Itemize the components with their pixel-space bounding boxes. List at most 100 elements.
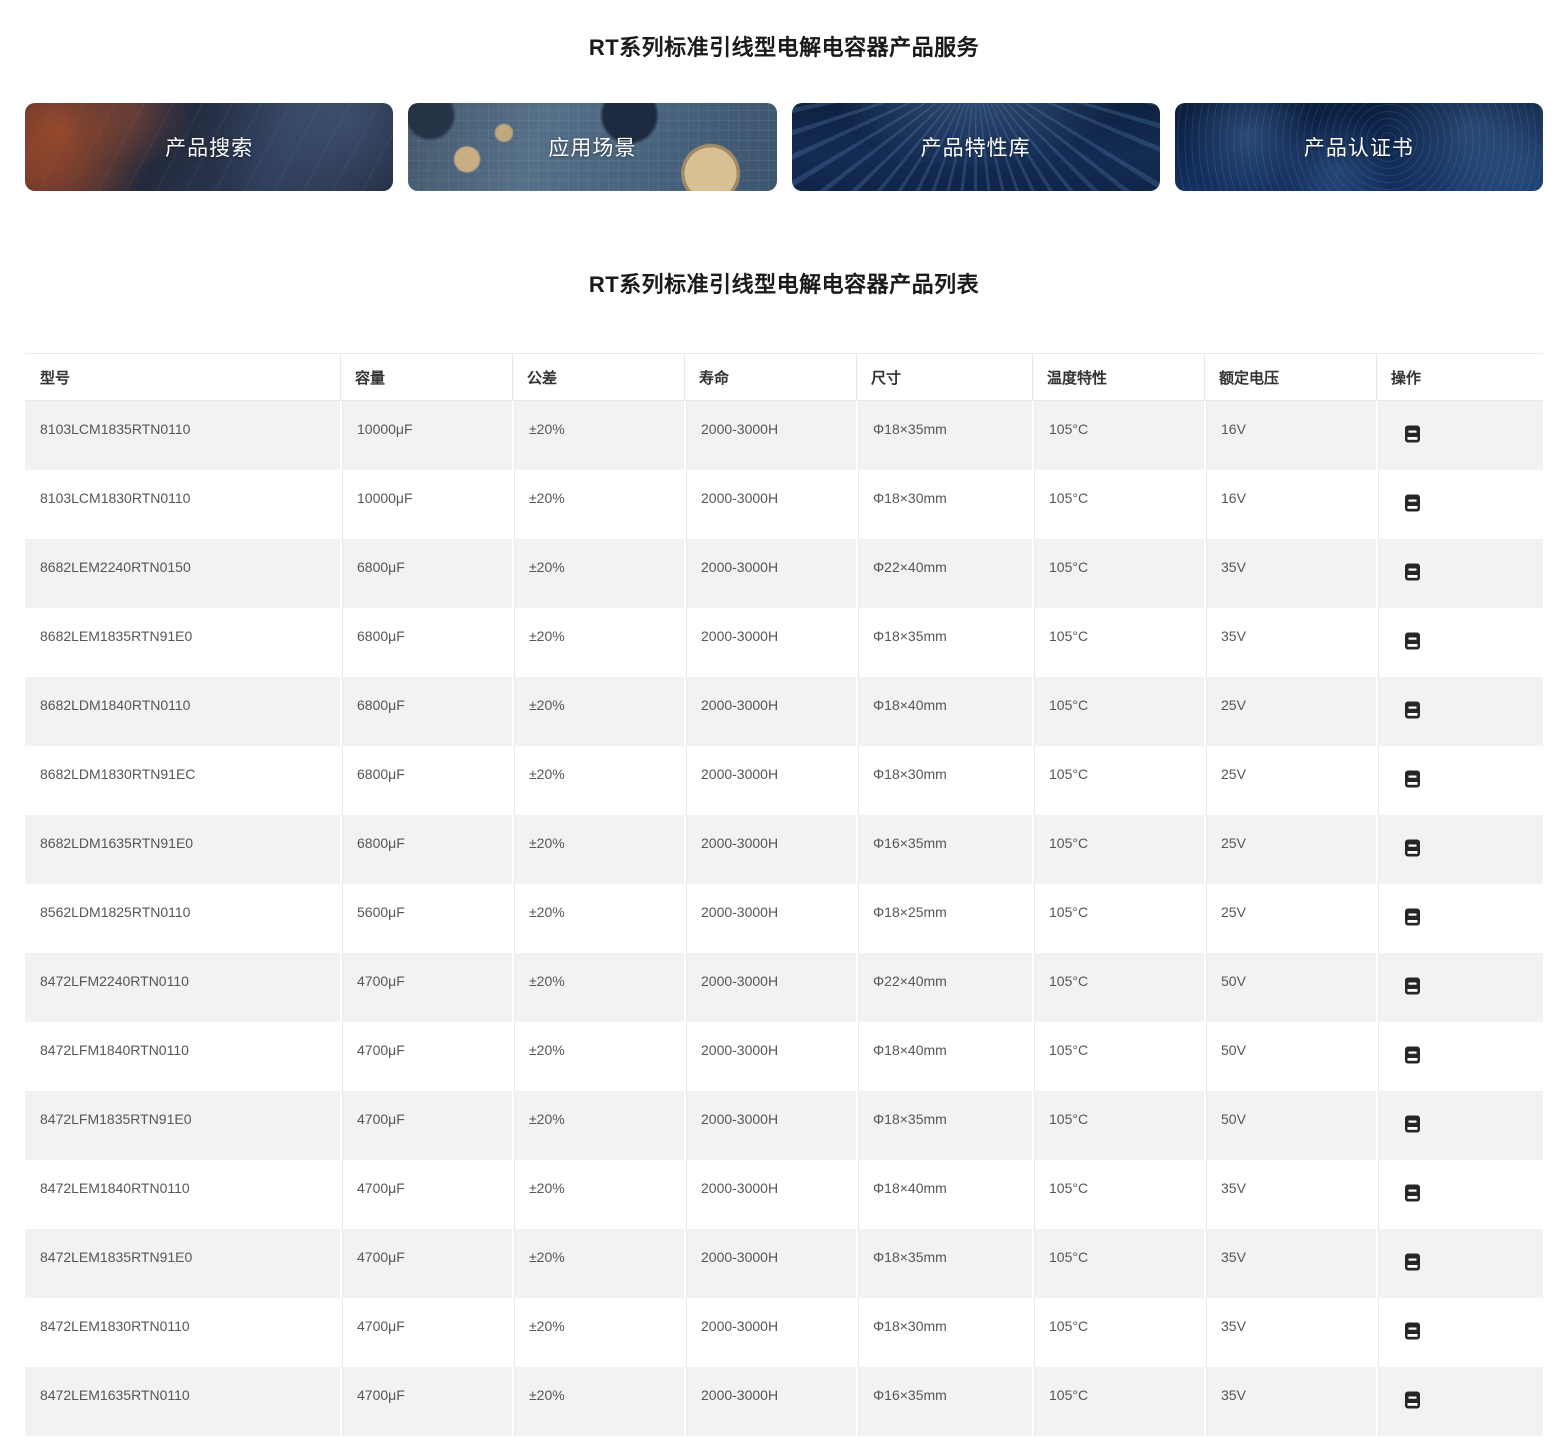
product-table-header: 型号 容量 公差 寿命 尺寸 温度特性 额定电压 操作 (25, 354, 1543, 401)
notebook-icon (1405, 425, 1420, 443)
cell-rated-voltage: 35V (1204, 1298, 1376, 1367)
view-detail-button[interactable] (1404, 493, 1421, 513)
cell-rated-voltage: 50V (1204, 953, 1376, 1022)
cell-action (1376, 1091, 1543, 1160)
cell-action (1376, 470, 1543, 539)
cell-model: 8472LFM1840RTN0110 (25, 1022, 340, 1091)
cell-lifetime: 2000-3000H (684, 539, 856, 608)
col-header-tolerance: 公差 (512, 354, 684, 401)
view-detail-button[interactable] (1404, 562, 1421, 582)
view-detail-button[interactable] (1404, 700, 1421, 720)
cell-capacitance: 6800μF (340, 539, 512, 608)
cell-model: 8103LCM1835RTN0110 (25, 401, 340, 470)
cell-temperature: 105°C (1032, 1022, 1204, 1091)
cell-tolerance: ±20% (512, 401, 684, 470)
nav-card-label: 产品特性库 (920, 137, 1031, 160)
nav-card-application-scene[interactable]: 应用场景 (408, 103, 777, 191)
table-row: 8682LDM1635RTN91E0 6800μF ±20% 2000-3000… (25, 815, 1543, 884)
cell-tolerance: ±20% (512, 815, 684, 884)
table-row: 8682LDM1840RTN0110 6800μF ±20% 2000-3000… (25, 677, 1543, 746)
cell-size: Φ18×40mm (856, 1160, 1032, 1229)
col-header-size: 尺寸 (856, 354, 1032, 401)
cell-temperature: 105°C (1032, 1091, 1204, 1160)
cell-rated-voltage: 25V (1204, 884, 1376, 953)
cell-action (1376, 953, 1543, 1022)
view-detail-button[interactable] (1404, 976, 1421, 996)
cell-model: 8682LDM1830RTN91EC (25, 746, 340, 815)
cell-rated-voltage: 35V (1204, 608, 1376, 677)
cell-model: 8682LEM1835RTN91E0 (25, 608, 340, 677)
cell-size: Φ18×30mm (856, 746, 1032, 815)
cell-lifetime: 2000-3000H (684, 746, 856, 815)
cell-size: Φ18×35mm (856, 401, 1032, 470)
product-table-body: 8103LCM1835RTN0110 10000μF ±20% 2000-300… (25, 401, 1543, 1436)
cell-temperature: 105°C (1032, 401, 1204, 470)
cell-size: Φ18×35mm (856, 608, 1032, 677)
cell-action (1376, 1298, 1543, 1367)
cell-action (1376, 1367, 1543, 1436)
cell-rated-voltage: 16V (1204, 401, 1376, 470)
cell-lifetime: 2000-3000H (684, 953, 856, 1022)
view-detail-button[interactable] (1404, 1045, 1421, 1065)
cell-model: 8472LEM1840RTN0110 (25, 1160, 340, 1229)
view-detail-button[interactable] (1404, 1114, 1421, 1134)
cell-action (1376, 884, 1543, 953)
table-row: 8682LEM2240RTN0150 6800μF ±20% 2000-3000… (25, 539, 1543, 608)
cell-capacitance: 4700μF (340, 953, 512, 1022)
cell-model: 8472LEM1835RTN91E0 (25, 1229, 340, 1298)
cell-tolerance: ±20% (512, 953, 684, 1022)
table-row: 8472LEM1830RTN0110 4700μF ±20% 2000-3000… (25, 1298, 1543, 1367)
cell-action (1376, 539, 1543, 608)
cell-model: 8682LEM2240RTN0150 (25, 539, 340, 608)
cell-lifetime: 2000-3000H (684, 1229, 856, 1298)
cell-capacitance: 6800μF (340, 608, 512, 677)
cell-tolerance: ±20% (512, 1367, 684, 1436)
cell-model: 8472LEM1830RTN0110 (25, 1298, 340, 1367)
service-page-title: RT系列标准引线型电解电容器产品服务 (588, 35, 980, 60)
cell-lifetime: 2000-3000H (684, 401, 856, 470)
cell-action (1376, 815, 1543, 884)
cell-tolerance: ±20% (512, 1298, 684, 1367)
cell-temperature: 105°C (1032, 608, 1204, 677)
view-detail-button[interactable] (1404, 1390, 1421, 1410)
cell-action (1376, 1160, 1543, 1229)
cell-action (1376, 1229, 1543, 1298)
cell-temperature: 105°C (1032, 1229, 1204, 1298)
nav-card-product-search[interactable]: 产品搜索 (25, 103, 394, 191)
cell-capacitance: 4700μF (340, 1229, 512, 1298)
cell-tolerance: ±20% (512, 608, 684, 677)
view-detail-button[interactable] (1404, 769, 1421, 789)
cell-temperature: 105°C (1032, 677, 1204, 746)
view-detail-button[interactable] (1404, 1252, 1421, 1272)
view-detail-button[interactable] (1404, 631, 1421, 651)
notebook-icon (1405, 977, 1420, 995)
cell-temperature: 105°C (1032, 1298, 1204, 1367)
nav-card-feature-library[interactable]: 产品特性库 (791, 103, 1160, 191)
cell-rated-voltage: 25V (1204, 815, 1376, 884)
table-row: 8472LFM1835RTN91E0 4700μF ±20% 2000-3000… (25, 1091, 1543, 1160)
cell-temperature: 105°C (1032, 746, 1204, 815)
view-detail-button[interactable] (1404, 907, 1421, 927)
view-detail-button[interactable] (1404, 1321, 1421, 1341)
cell-capacitance: 4700μF (340, 1022, 512, 1091)
view-detail-button[interactable] (1404, 424, 1421, 444)
col-header-model: 型号 (25, 354, 340, 401)
view-detail-button[interactable] (1404, 838, 1421, 858)
cell-capacitance: 10000μF (340, 401, 512, 470)
view-detail-button[interactable] (1404, 1183, 1421, 1203)
table-row: 8682LDM1830RTN91EC 6800μF ±20% 2000-3000… (25, 746, 1543, 815)
cell-temperature: 105°C (1032, 815, 1204, 884)
cell-action (1376, 401, 1543, 470)
cell-size: Φ18×35mm (856, 1091, 1032, 1160)
nav-card-certificates[interactable]: 产品认证书 (1174, 103, 1543, 191)
cell-temperature: 105°C (1032, 539, 1204, 608)
cell-rated-voltage: 35V (1204, 1229, 1376, 1298)
notebook-icon (1405, 1322, 1420, 1340)
cell-action (1376, 608, 1543, 677)
nav-card-label: 产品认证书 (1303, 137, 1414, 160)
cell-tolerance: ±20% (512, 470, 684, 539)
notebook-icon (1405, 494, 1420, 512)
cell-size: Φ18×30mm (856, 1298, 1032, 1367)
cell-tolerance: ±20% (512, 1022, 684, 1091)
cell-model: 8682LDM1840RTN0110 (25, 677, 340, 746)
